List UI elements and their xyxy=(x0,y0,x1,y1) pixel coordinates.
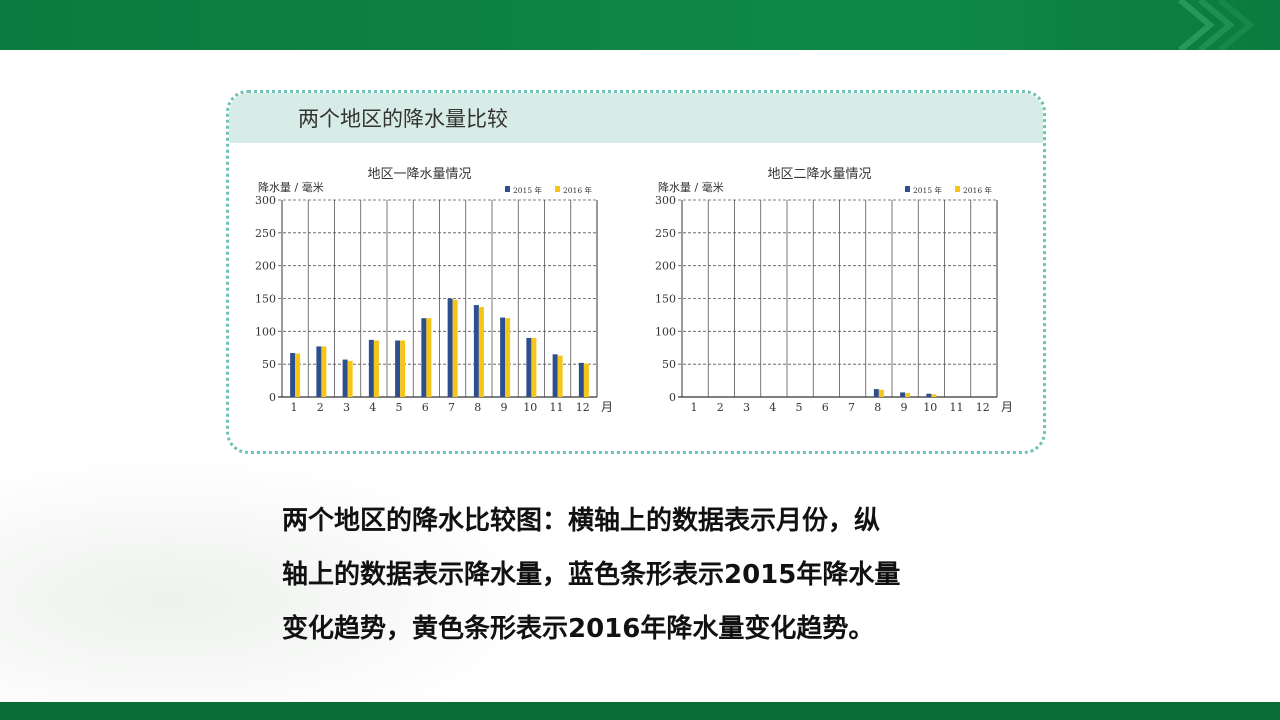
x-axis-label: 月 xyxy=(601,400,613,414)
bar-2016-month-9 xyxy=(905,393,911,397)
chart-title: 地区一降水量情况 xyxy=(367,167,471,182)
y-tick-label: 100 xyxy=(655,325,676,338)
y-tick-label: 250 xyxy=(255,227,276,240)
x-tick-label: 10 xyxy=(923,401,937,414)
x-tick-label: 10 xyxy=(523,401,537,414)
card-title: 两个地区的降水量比较 xyxy=(298,107,508,131)
x-tick-label: 8 xyxy=(874,401,881,414)
y-tick-label: 200 xyxy=(255,260,276,273)
y-tick-label: 100 xyxy=(255,325,276,338)
y-tick-label: 0 xyxy=(669,391,676,404)
bar-2015-month-9 xyxy=(500,317,506,397)
legend-swatch xyxy=(955,186,960,192)
bar-2016-month-10 xyxy=(931,394,937,397)
x-tick-label: 9 xyxy=(501,401,508,414)
bar-2016-month-5 xyxy=(400,340,406,397)
x-tick-label: 1 xyxy=(291,401,298,414)
bar-2016-month-11 xyxy=(557,355,563,397)
bar-2016-month-7 xyxy=(452,299,458,397)
bar-2016-month-12 xyxy=(583,363,589,397)
chart-title: 地区二降水量情况 xyxy=(767,167,871,182)
x-tick-label: 3 xyxy=(743,401,750,414)
bar-2016-month-4 xyxy=(373,340,379,397)
y-tick-label: 150 xyxy=(255,293,276,306)
y-tick-label: 300 xyxy=(255,194,276,207)
y-tick-label: 50 xyxy=(262,358,276,371)
bar-2015-month-4 xyxy=(368,339,374,397)
x-tick-label: 1 xyxy=(691,401,698,414)
x-tick-label: 5 xyxy=(396,401,403,414)
bar-2016-month-6 xyxy=(426,318,432,397)
caption-text: 两个地区的降水比较图：横轴上的数据表示月份，纵 轴上的数据表示降水量，蓝色条形表… xyxy=(282,494,1042,656)
bar-2015-month-5 xyxy=(395,340,401,397)
x-tick-label: 6 xyxy=(422,401,429,414)
bar-2016-month-9 xyxy=(505,318,511,397)
x-tick-label: 4 xyxy=(369,401,376,414)
chevron-decoration-icon xyxy=(1178,0,1255,50)
bar-2015-month-6 xyxy=(421,318,427,397)
bar-2015-month-9 xyxy=(900,392,906,397)
chart-region-2: 地区二降水量情况降水量 / 毫米 2015 年 2016 年 0 50 100 150 200… xyxy=(655,167,1013,414)
x-tick-label: 2 xyxy=(317,401,324,414)
legend-label: 2016 年 xyxy=(563,185,592,195)
y-tick-label: 50 xyxy=(662,358,676,371)
x-tick-label: 9 xyxy=(901,401,908,414)
bar-2015-month-7 xyxy=(447,298,453,397)
y-tick-label: 250 xyxy=(655,227,676,240)
x-tick-label: 7 xyxy=(848,401,855,414)
y-tick-label: 300 xyxy=(655,194,676,207)
bar-2015-month-12 xyxy=(578,362,584,397)
x-tick-label: 11 xyxy=(950,401,964,414)
bar-2015-month-10 xyxy=(526,337,532,397)
x-tick-label: 4 xyxy=(769,401,776,414)
y-tick-label: 200 xyxy=(655,260,676,273)
legend-label: 2015 年 xyxy=(913,185,942,195)
bar-2016-month-1 xyxy=(295,353,301,397)
legend-swatch xyxy=(505,186,510,192)
bar-2015-month-1 xyxy=(290,353,296,397)
bar-2015-month-10 xyxy=(926,393,932,397)
bar-2016-month-8 xyxy=(478,307,484,397)
x-tick-label: 12 xyxy=(576,401,590,414)
x-tick-label: 3 xyxy=(343,401,350,414)
bar-2016-month-3 xyxy=(347,360,353,397)
legend-swatch xyxy=(905,186,910,192)
bar-2015-month-8 xyxy=(873,389,879,397)
legend-label: 2016 年 xyxy=(963,185,992,195)
x-tick-label: 6 xyxy=(822,401,829,414)
bar-2015-month-2 xyxy=(316,346,322,397)
bar-2016-month-8 xyxy=(878,389,884,397)
y-tick-label: 0 xyxy=(269,391,276,404)
caption-line-2: 轴上的数据表示降水量，蓝色条形表示2015年降水量 xyxy=(282,560,901,590)
y-axis-label: 降水量 / 毫米 xyxy=(258,180,324,194)
x-tick-label: 12 xyxy=(976,401,990,414)
y-tick-label: 150 xyxy=(655,293,676,306)
bar-2015-month-3 xyxy=(342,359,348,397)
x-axis-label: 月 xyxy=(1001,400,1013,414)
caption-line-3: 变化趋势，黄色条形表示2016年降水量变化趋势。 xyxy=(282,614,875,644)
top-banner xyxy=(0,0,1280,50)
legend-swatch xyxy=(555,186,560,192)
bottom-banner xyxy=(0,702,1280,720)
caption-line-1: 两个地区的降水比较图：横轴上的数据表示月份，纵 xyxy=(282,506,881,536)
x-tick-label: 2 xyxy=(717,401,724,414)
legend-label: 2015 年 xyxy=(513,185,542,195)
bar-2015-month-11 xyxy=(552,354,558,397)
y-axis-label: 降水量 / 毫米 xyxy=(658,180,724,194)
x-tick-label: 7 xyxy=(448,401,455,414)
bar-2016-month-10 xyxy=(531,337,537,397)
chart-region-1: 地区一降水量情况降水量 / 毫米 2015 年 2016 年 0 50 100 150 200… xyxy=(255,167,613,414)
x-tick-label: 5 xyxy=(796,401,803,414)
x-tick-label: 8 xyxy=(474,401,481,414)
bar-2015-month-8 xyxy=(473,305,479,397)
x-tick-label: 11 xyxy=(550,401,564,414)
bar-2016-month-2 xyxy=(321,346,327,397)
